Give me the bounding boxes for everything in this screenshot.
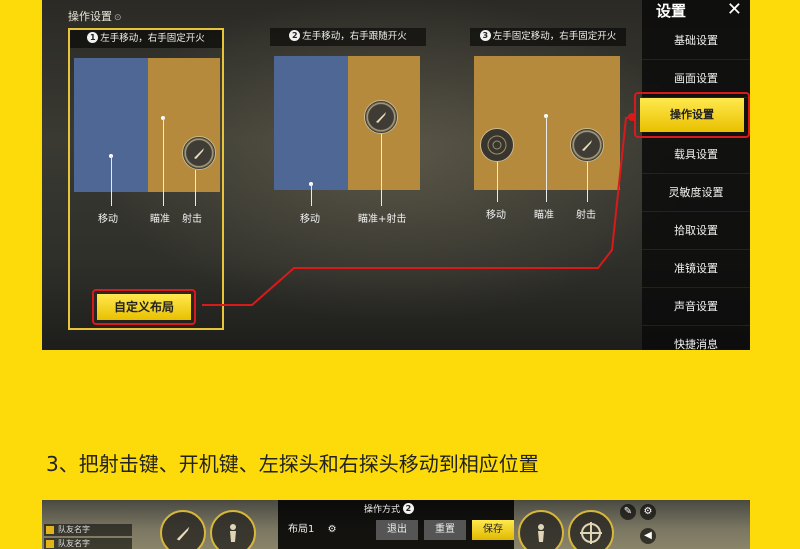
step-instruction: 3、把射击键、开机键、左探头和右探头移动到相应位置 [46,452,539,476]
info-icon: 2 [402,503,414,514]
lean-right-button[interactable] [518,510,564,549]
chat-icon[interactable]: ✎ [620,504,636,520]
settings-screenshot: 操作设置 ⊙ 1 左手移动，右手固定开火 移动 瞄准 射击 2 左手移动，右手跟随开火 [42,0,750,350]
reset-button[interactable]: 重置 [424,520,466,540]
layout-editor-screenshot: 队友名字 队友名字 操作方式 2 布局1 ⚙ 退出 重置 保存 ✎ ⚙ ◀ [42,500,750,549]
fire-button[interactable] [160,510,206,549]
scope-button[interactable] [568,510,614,549]
teammate-name: 队友名字 [44,524,132,536]
teammate-name: 队友名字 [44,538,132,549]
layout-selector[interactable]: 布局1 ⚙ [288,520,337,535]
highlight-connector [202,113,636,306]
gear-icon[interactable]: ⚙ [328,524,337,535]
speaker-icon[interactable]: ◀ [640,528,656,544]
layout-toolbar: 操作方式 2 布局1 ⚙ 退出 重置 保存 [278,500,514,549]
toolbar-title: 操作方式 2 [364,502,416,515]
save-button[interactable]: 保存 [472,520,514,540]
gear-icon[interactable]: ⚙ [640,504,656,520]
exit-button[interactable]: 退出 [376,520,418,540]
lean-left-button[interactable] [210,510,256,549]
